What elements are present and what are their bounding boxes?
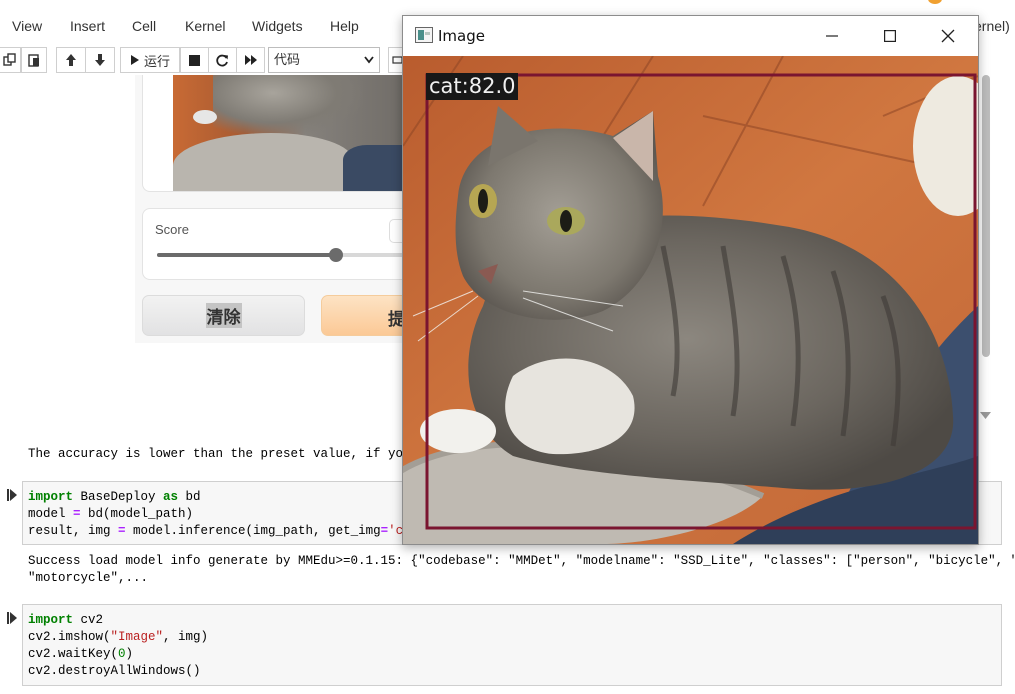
code-cell-imshow[interactable]: import cv2 cv2.imshow("Image", img) cv2.… (22, 604, 1002, 686)
close-icon (941, 29, 955, 43)
cell-type-select[interactable]: 代码 (268, 47, 380, 73)
move-down-icon (95, 54, 105, 66)
minimize-icon (826, 35, 838, 37)
slider-fill (157, 253, 337, 257)
interrupt-button[interactable] (180, 47, 209, 73)
stop-icon (189, 54, 200, 66)
menu-widgets[interactable]: Widgets (252, 18, 303, 34)
clear-button-label: 清除 (205, 303, 242, 328)
cell-type-value: 代码 (274, 52, 301, 67)
paste-icon (28, 54, 39, 67)
accuracy-warning-output: The accuracy is lower than the preset va… (28, 447, 434, 461)
code-cell-source[interactable]: import cv2 cv2.imshow("Image", img) cv2.… (28, 612, 208, 680)
kernel-indicator: ernel) (974, 18, 1010, 34)
move-down-button[interactable] (85, 47, 115, 73)
menu-view[interactable]: View (12, 18, 42, 34)
menu-cell[interactable]: Cell (132, 18, 156, 34)
run-button[interactable]: 运行 (120, 47, 180, 73)
copy-button[interactable] (0, 47, 21, 73)
run-label: 运行 (143, 53, 170, 69)
input-image-block[interactable] (142, 75, 412, 192)
fast-forward-icon (244, 55, 257, 65)
score-label: Score (155, 222, 189, 237)
run-all-button[interactable] (236, 47, 265, 73)
minimize-button[interactable] (803, 16, 861, 56)
copy-icon (3, 53, 16, 66)
paste-button[interactable] (21, 47, 47, 73)
status-dot (928, 0, 942, 4)
menu-insert[interactable]: Insert (70, 18, 105, 34)
model-load-output: Success load model info generate by MMEd… (28, 554, 1015, 585)
restart-button[interactable] (208, 47, 237, 73)
code-cell-source[interactable]: import BaseDeploy as bd model = bd(model… (28, 489, 426, 540)
cell-run-marker-icon[interactable] (7, 612, 17, 624)
cell-run-marker-icon[interactable] (7, 489, 17, 501)
output-scrollbar[interactable] (982, 75, 990, 357)
play-icon (130, 55, 139, 65)
maximize-icon (884, 30, 896, 42)
menu-help[interactable]: Help (330, 18, 359, 34)
menu-kernel[interactable]: Kernel (185, 18, 225, 34)
window-titlebar[interactable]: Image (403, 16, 978, 56)
restart-icon (216, 54, 228, 66)
move-up-icon (66, 54, 76, 66)
window-app-icon (415, 27, 433, 43)
score-slider-block: Score (142, 208, 421, 280)
window-title: Image (438, 27, 485, 45)
scroll-down-icon[interactable] (980, 412, 991, 420)
input-image-thumbnail (173, 75, 411, 191)
clear-button[interactable]: 清除 (142, 295, 305, 336)
move-up-button[interactable] (56, 47, 86, 73)
chevron-down-icon (364, 56, 374, 64)
maximize-button[interactable] (861, 16, 919, 56)
detection-result-image: cat:82.0 (403, 56, 978, 544)
detection-label: cat:82.0 (426, 73, 519, 100)
cat-photo (403, 56, 978, 544)
opencv-image-window[interactable]: Image cat:82.0 (402, 15, 979, 545)
slider-handle[interactable] (329, 248, 344, 262)
keyboard-icon (391, 56, 402, 64)
close-button[interactable] (919, 16, 977, 56)
score-slider[interactable] (157, 248, 417, 262)
